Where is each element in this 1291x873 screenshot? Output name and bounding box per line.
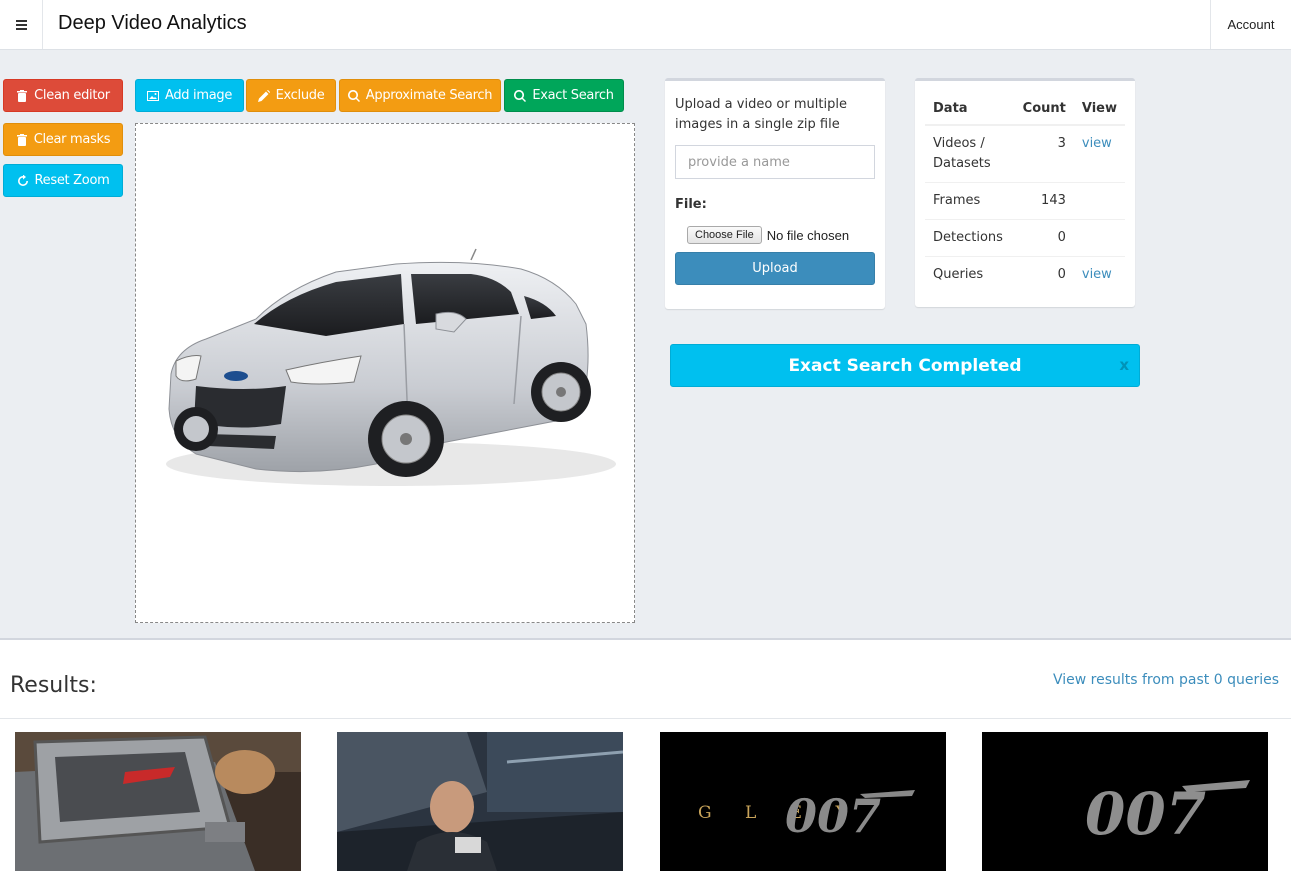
result-image: G L E Y 007 — [660, 732, 946, 871]
stats-table: Data Count View Videos / Datasets 3 view… — [925, 91, 1125, 293]
result-image — [337, 732, 623, 871]
row-count: 143 — [1014, 182, 1074, 220]
result-thumbnail[interactable] — [337, 732, 623, 871]
col-count-header: Count — [1014, 91, 1074, 126]
row-count: 3 — [1014, 124, 1074, 183]
approximate-search-button[interactable]: Approximate Search — [339, 79, 501, 112]
file-input[interactable]: Choose File No file chosen — [675, 226, 875, 244]
row-count: 0 — [1014, 256, 1074, 293]
reset-zoom-label: Reset Zoom — [34, 173, 110, 188]
image-icon — [146, 90, 159, 101]
choose-file-button[interactable]: Choose File — [687, 226, 762, 244]
clear-masks-button[interactable]: Clear masks — [3, 123, 123, 156]
app-title: Deep Video Analytics — [58, 12, 247, 34]
table-row: Frames 143 — [925, 182, 1125, 220]
results-title: Results: — [10, 673, 97, 698]
exact-search-button[interactable]: Exact Search — [504, 79, 624, 112]
col-view-header: View — [1073, 91, 1125, 126]
top-navbar: Deep Video Analytics Account — [0, 0, 1291, 50]
search-icon — [347, 89, 360, 102]
view-videos-link[interactable]: view — [1082, 136, 1112, 151]
row-view — [1073, 219, 1125, 257]
search-icon — [514, 89, 527, 102]
upload-instructions: Upload a video or multiple images in a s… — [675, 97, 847, 132]
past-queries-link[interactable]: View results from past 0 queries — [1053, 672, 1279, 688]
clean-editor-label: Clean editor — [34, 88, 110, 103]
pencil-icon — [257, 89, 270, 102]
exclude-button[interactable]: Exclude — [246, 79, 336, 112]
sidebar-toggle-button[interactable] — [0, 0, 43, 49]
clear-masks-label: Clear masks — [33, 132, 111, 147]
row-data: Videos / Datasets — [925, 124, 1015, 183]
results-header: Results: View results from past 0 querie… — [0, 640, 1291, 719]
upload-panel: Upload a video or multiple images in a s… — [665, 78, 885, 309]
reset-zoom-button[interactable]: Reset Zoom — [3, 164, 123, 197]
exact-search-label: Exact Search — [532, 88, 614, 103]
result-thumbnail[interactable]: 007 — [982, 732, 1268, 871]
file-label: File: — [675, 197, 707, 212]
col-data-header: Data — [925, 91, 1015, 126]
row-count: 0 — [1014, 219, 1074, 257]
table-row: Queries 0 view — [925, 256, 1125, 293]
trash-icon — [16, 133, 27, 146]
car-image — [166, 248, 616, 486]
no-file-text: No file chosen — [766, 227, 850, 243]
add-image-label: Add image — [164, 88, 233, 103]
stats-panel: Data Count View Videos / Datasets 3 view… — [915, 78, 1135, 307]
approximate-search-label: Approximate Search — [365, 88, 493, 103]
trash-icon — [17, 89, 28, 102]
upload-button[interactable]: Upload — [675, 252, 875, 285]
view-queries-link[interactable]: view — [1082, 267, 1112, 282]
name-input[interactable]: provide a name — [675, 145, 875, 179]
account-menu[interactable]: Account — [1210, 0, 1291, 49]
close-alert-button[interactable]: x — [1119, 356, 1129, 374]
table-row: Videos / Datasets 3 view — [925, 124, 1125, 183]
refresh-icon — [17, 174, 28, 186]
table-row: Detections 0 — [925, 219, 1125, 257]
row-view — [1073, 182, 1125, 220]
alert-message: Exact Search Completed — [788, 355, 1022, 376]
search-complete-alert: Exact Search Completed x — [670, 344, 1140, 387]
result-thumbnail[interactable] — [15, 732, 301, 871]
result-image — [15, 732, 301, 871]
result-image: 007 — [982, 732, 1268, 871]
image-editor-canvas[interactable] — [135, 123, 635, 623]
result-thumbnail[interactable]: G L E Y 007 — [660, 732, 946, 871]
hamburger-icon — [15, 20, 27, 30]
exclude-label: Exclude — [275, 88, 325, 103]
clean-editor-button[interactable]: Clean editor — [3, 79, 123, 112]
row-data: Frames — [925, 182, 1015, 220]
row-data: Detections — [925, 219, 1015, 257]
add-image-button[interactable]: Add image — [135, 79, 244, 112]
row-data: Queries — [925, 256, 1015, 293]
